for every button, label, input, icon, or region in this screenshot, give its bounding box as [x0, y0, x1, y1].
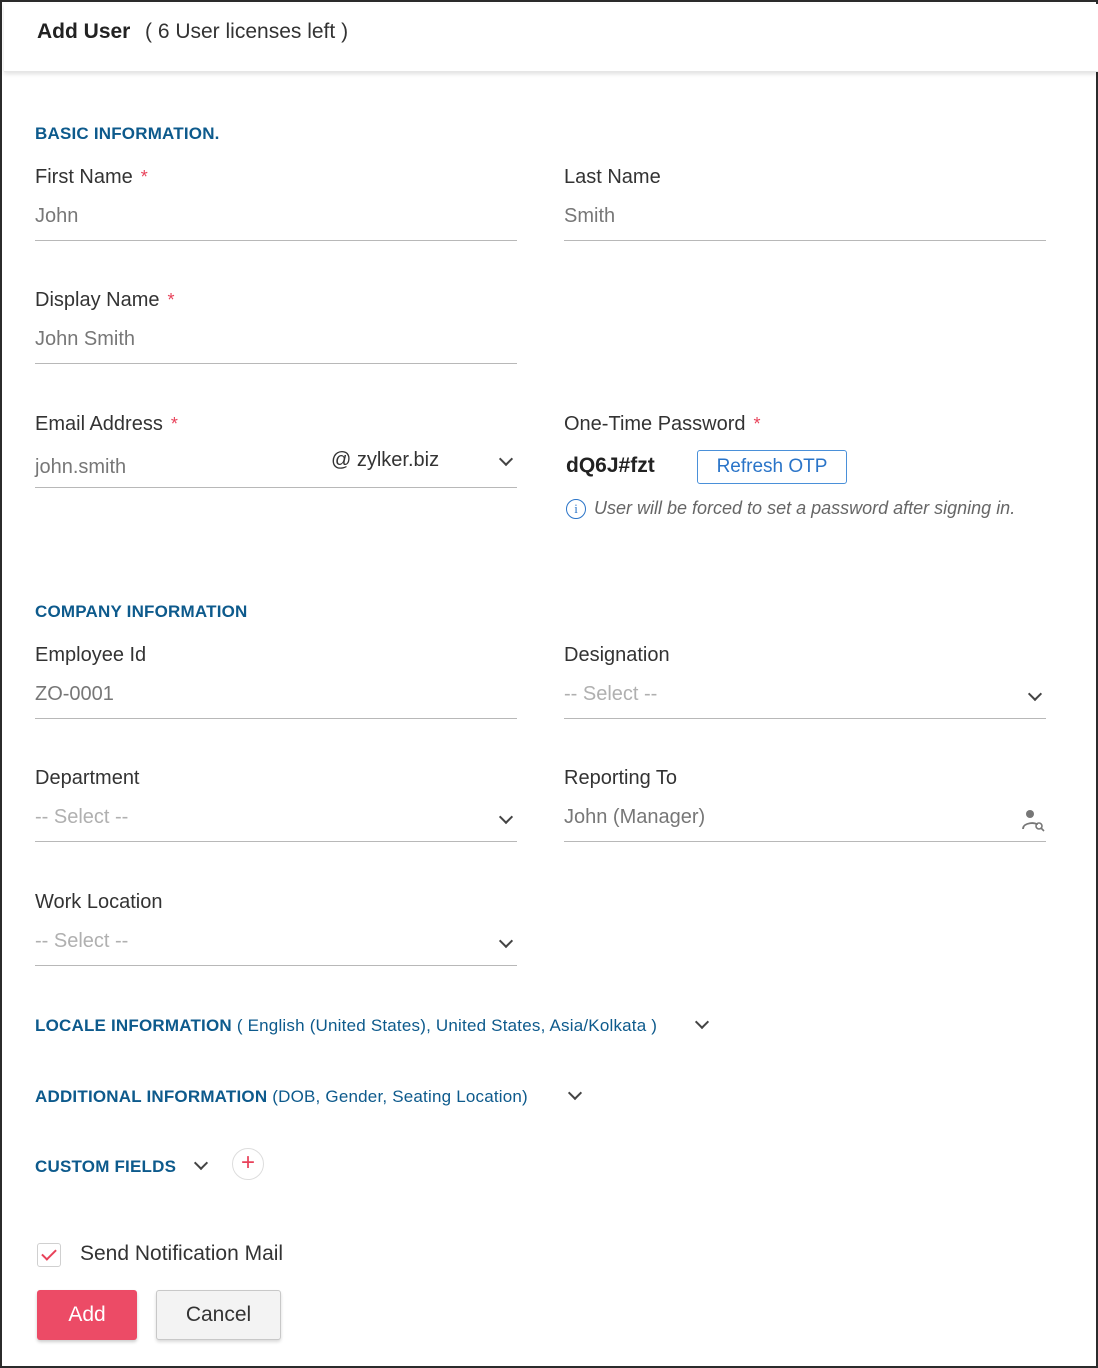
otp-value: dQ6J#fzt: [566, 454, 655, 477]
last-name-field[interactable]: Smith: [564, 197, 1046, 241]
work-location-select[interactable]: -- Select --: [35, 922, 517, 966]
license-count: ( 6 User licenses left ): [145, 20, 349, 43]
company-info-heading: COMPANY INFORMATION: [35, 602, 248, 621]
add-custom-field-button[interactable]: +: [232, 1148, 264, 1180]
page-title: Add User: [37, 20, 131, 43]
additional-info-toggle[interactable]: ADDITIONAL INFORMATION (DOB, Gender, Sea…: [35, 1087, 528, 1107]
designation-select[interactable]: -- Select --: [564, 675, 1046, 719]
chevron-down-icon[interactable]: [498, 809, 514, 825]
chevron-down-icon[interactable]: [1027, 686, 1043, 702]
panel-header: Add User ( 6 User licenses left ): [4, 4, 1098, 72]
plus-icon: +: [240, 1149, 255, 1176]
designation-value: -- Select --: [564, 683, 658, 705]
check-icon: [41, 1245, 57, 1261]
employee-id-field[interactable]: ZO-0001: [35, 675, 517, 719]
display-name-label: Display Name *: [35, 289, 175, 311]
reporting-to-value: John (Manager): [564, 806, 706, 828]
send-notification-checkbox[interactable]: [37, 1243, 61, 1267]
first-name-value: John: [35, 205, 79, 227]
locale-info-summary: ( English (United States), United States…: [236, 1016, 658, 1035]
reporting-to-field[interactable]: John (Manager): [564, 798, 1046, 842]
basic-info-heading: BASIC INFORMATION.: [35, 124, 220, 143]
email-field[interactable]: john.smith @ zylker.biz: [35, 444, 517, 488]
custom-fields-toggle[interactable]: CUSTOM FIELDS: [35, 1157, 176, 1177]
first-name-label: First Name *: [35, 166, 148, 188]
required-marker: *: [140, 167, 148, 187]
email-domain-select[interactable]: @ zylker.biz: [331, 449, 439, 472]
email-label: Email Address *: [35, 413, 178, 435]
last-name-label: Last Name: [564, 166, 661, 188]
otp-hint-text: User will be forced to set a password af…: [594, 498, 1016, 518]
required-marker: *: [167, 290, 175, 310]
employee-id-label: Employee Id: [35, 644, 147, 666]
email-value: john.smith: [35, 456, 127, 478]
reporting-to-label: Reporting To: [564, 767, 678, 789]
department-label: Department: [35, 767, 140, 789]
add-user-panel: Add User ( 6 User licenses left ) BASIC …: [0, 0, 1098, 1368]
required-marker: *: [170, 414, 178, 434]
chevron-down-icon[interactable]: [498, 933, 514, 949]
person-search-icon[interactable]: [1020, 808, 1046, 832]
designation-label: Designation: [564, 644, 670, 666]
chevron-down-icon[interactable]: [567, 1085, 583, 1101]
info-icon: i: [566, 499, 586, 520]
locale-info-toggle[interactable]: LOCALE INFORMATION ( English (United Sta…: [35, 1016, 657, 1036]
chevron-down-icon[interactable]: [193, 1155, 209, 1171]
display-name-field[interactable]: John Smith: [35, 320, 517, 364]
display-name-value: John Smith: [35, 328, 136, 350]
otp-hint: i User will be forced to set a password a…: [566, 498, 1016, 520]
employee-id-value: ZO-0001: [35, 683, 114, 705]
chevron-down-icon[interactable]: [694, 1014, 710, 1030]
cancel-button[interactable]: Cancel: [156, 1290, 281, 1340]
refresh-otp-button[interactable]: Refresh OTP: [697, 450, 847, 484]
last-name-value: Smith: [564, 205, 616, 227]
send-notification-label: Send Notification Mail: [80, 1242, 284, 1265]
additional-info-summary: (DOB, Gender, Seating Location): [272, 1087, 528, 1106]
add-button[interactable]: Add: [37, 1290, 137, 1340]
department-value: -- Select --: [35, 806, 129, 828]
work-location-value: -- Select --: [35, 930, 129, 952]
chevron-down-icon[interactable]: [498, 451, 514, 467]
required-marker: *: [753, 414, 761, 434]
department-select[interactable]: -- Select --: [35, 798, 517, 842]
otp-label: One-Time Password *: [564, 413, 761, 435]
first-name-field[interactable]: John: [35, 197, 517, 241]
work-location-label: Work Location: [35, 891, 163, 913]
